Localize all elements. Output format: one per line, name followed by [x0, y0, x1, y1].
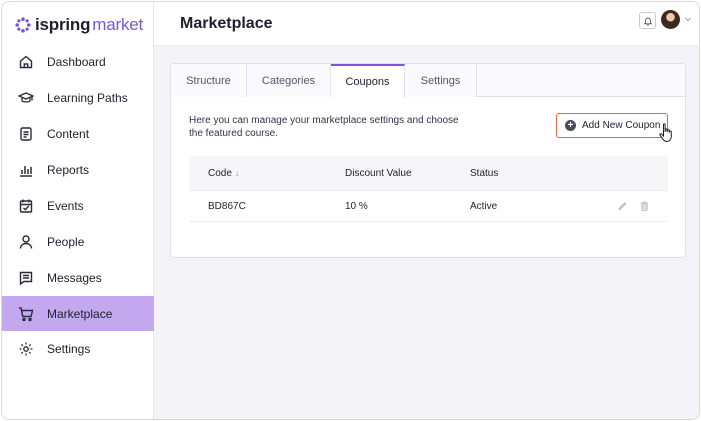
add-new-coupon-label: Add New Coupon	[582, 120, 661, 131]
sort-down-arrow-icon: ↓	[234, 168, 240, 178]
sidebar-nav: Dashboard Learning Paths Content Reports	[2, 44, 154, 367]
sidebar-item-settings[interactable]: Settings	[2, 331, 154, 367]
coupons-card: Structure Categories Coupons Settings He…	[170, 63, 686, 258]
user-avatar[interactable]	[661, 10, 680, 29]
sidebar-item-label: Learning Paths	[47, 91, 128, 105]
sidebar: ispring market Dashboard Learning Paths	[2, 2, 154, 419]
sidebar-item-label: Messages	[47, 271, 102, 285]
message-icon	[18, 270, 34, 286]
cell-status: Active	[470, 200, 498, 212]
sidebar-item-events[interactable]: Events	[2, 188, 154, 224]
main-content: Structure Categories Coupons Settings He…	[154, 46, 699, 419]
home-icon	[18, 54, 34, 70]
sidebar-item-marketplace[interactable]: Marketplace	[2, 296, 154, 331]
column-header-status: Status	[470, 167, 499, 179]
bell-icon	[643, 17, 652, 25]
tab-settings[interactable]: Settings	[405, 64, 477, 97]
tab-bar-filler	[477, 64, 685, 96]
chevron-down-icon[interactable]	[683, 14, 693, 24]
sidebar-item-label: Reports	[47, 163, 90, 177]
bar-chart-icon	[18, 162, 34, 178]
sidebar-item-learning-paths[interactable]: Learning Paths	[2, 80, 154, 116]
cell-code: BD867C	[208, 200, 246, 212]
gear-icon	[18, 341, 34, 357]
tab-coupons[interactable]: Coupons	[331, 64, 405, 98]
add-new-coupon-button[interactable]: + Add New Coupon	[556, 113, 668, 138]
tab-structure[interactable]: Structure	[171, 64, 247, 97]
sidebar-item-reports[interactable]: Reports	[2, 152, 154, 188]
sidebar-item-content[interactable]: Content	[2, 116, 154, 152]
column-header-discount-value: Discount Value	[345, 167, 412, 179]
top-header: Marketplace	[154, 2, 699, 46]
table-row: BD867C 10 % Active	[189, 191, 668, 222]
sidebar-item-people[interactable]: People	[2, 224, 154, 260]
app-window: ispring market Dashboard Learning Paths	[1, 1, 700, 420]
sidebar-item-label: Events	[47, 199, 84, 213]
cell-discount: 10 %	[345, 200, 368, 212]
notification-bell-button[interactable]	[639, 12, 656, 29]
cell-actions	[580, 200, 668, 212]
coupons-description: Here you can manage your marketplace set…	[189, 115, 459, 139]
brand-name-light: market	[92, 15, 144, 34]
calendar-check-icon	[18, 198, 34, 214]
brand-name-bold: ispring	[35, 15, 91, 34]
tab-bar: Structure Categories Coupons Settings	[171, 64, 685, 98]
column-header-code[interactable]: Code ↓	[189, 168, 345, 179]
sidebar-item-label: Content	[47, 127, 90, 141]
table-header: Code ↓ Discount Value Status	[189, 156, 668, 191]
sidebar-item-label: Settings	[47, 342, 91, 356]
document-icon	[18, 126, 34, 142]
tab-categories[interactable]: Categories	[247, 64, 331, 97]
person-icon	[18, 234, 34, 250]
cart-icon	[18, 306, 34, 322]
coupons-table: Code ↓ Discount Value Status BD867C 10 %…	[189, 156, 668, 222]
page-title: Marketplace	[180, 15, 273, 32]
plus-circle-icon: +	[565, 120, 576, 131]
sidebar-item-label: People	[47, 235, 85, 249]
hand-pointer-cursor-icon	[659, 123, 672, 142]
sidebar-item-messages[interactable]: Messages	[2, 260, 154, 296]
trash-icon[interactable]	[639, 200, 650, 212]
logo-flower-icon	[15, 17, 31, 33]
sidebar-item-dashboard[interactable]: Dashboard	[2, 44, 154, 80]
sidebar-item-label: Dashboard	[47, 55, 106, 69]
edit-pencil-icon[interactable]	[617, 200, 628, 212]
brand-logo[interactable]: ispring market	[14, 14, 143, 36]
sidebar-item-label: Marketplace	[47, 306, 113, 321]
graduation-cap-icon	[17, 90, 35, 106]
